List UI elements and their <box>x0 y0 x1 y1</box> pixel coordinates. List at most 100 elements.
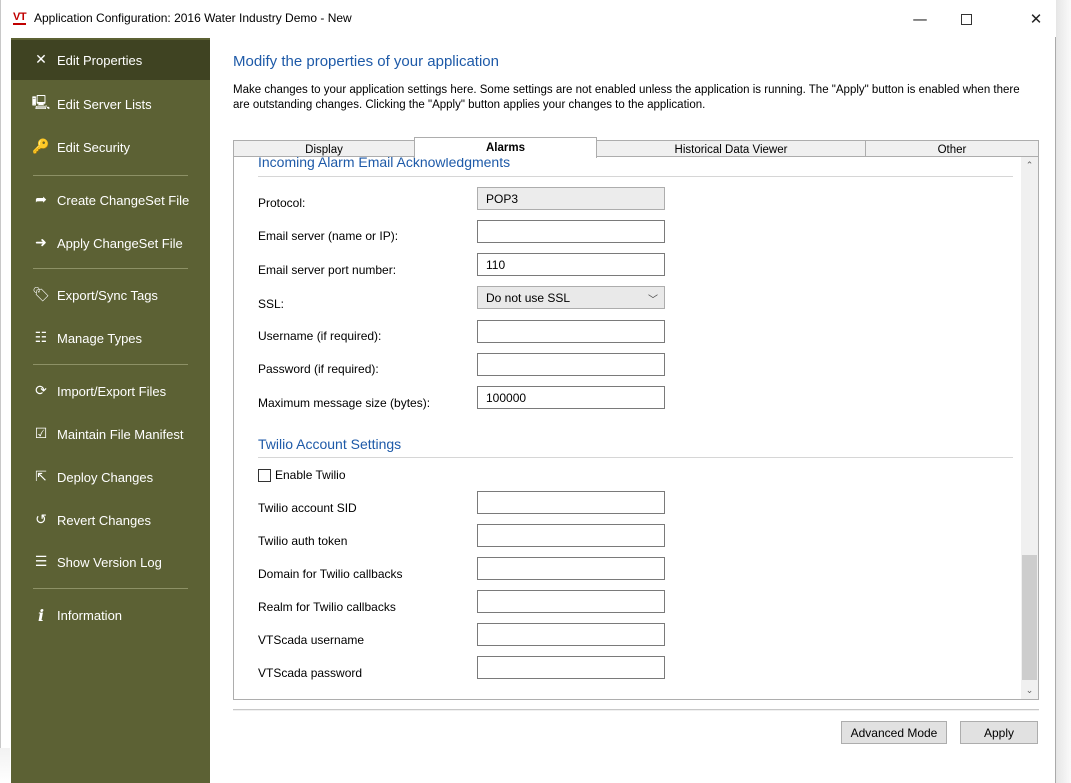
twilio-realm-label: Realm for Twilio callbacks <box>258 600 396 614</box>
username-input[interactable] <box>477 320 665 343</box>
maximize-button[interactable] <box>943 7 989 31</box>
email-server-label: Email server (name or IP): <box>258 229 399 243</box>
sidebar-item-label: Information <box>57 607 123 623</box>
enable-twilio-checkbox[interactable] <box>258 468 271 482</box>
apply-file-icon: ➜ <box>35 235 47 251</box>
sidebar-item-label: Maintain File Manifest <box>57 426 184 442</box>
sidebar: ✕ Edit Properties 🖳 Edit Server Lists 🔑 … <box>11 38 210 783</box>
sidebar-item-show-version-log[interactable]: ☰ Show Version Log <box>11 542 210 582</box>
ssl-label: SSL: <box>258 297 285 311</box>
sidebar-item-label: Revert Changes <box>57 512 151 528</box>
deploy-icon: ⇱ <box>35 469 47 485</box>
window-title: Application Configuration: 2016 Water In… <box>34 11 352 25</box>
sidebar-item-information[interactable]: i Information <box>11 595 210 635</box>
sidebar-item-export-sync-tags[interactable]: 🏷 Export/Sync Tags <box>11 275 210 315</box>
sidebar-item-label: Edit Properties <box>57 52 143 68</box>
page-description: Make changes to your application setting… <box>233 84 1020 111</box>
ssl-select-value: Do not use SSL <box>486 290 571 305</box>
sidebar-divider <box>33 175 188 176</box>
manage-types-icon: ☷ <box>34 330 48 346</box>
minimize-button[interactable]: — <box>897 7 943 31</box>
tab-alarms[interactable]: Alarms <box>414 137 597 158</box>
vtscada-username-input[interactable] <box>477 623 665 646</box>
server-list-icon: 🖳 <box>31 95 51 111</box>
title-bar[interactable]: VT Application Configuration: 2016 Water… <box>1 0 1057 37</box>
sidebar-item-import-export-files[interactable]: ⟳ Import/Export Files <box>11 371 210 411</box>
sidebar-item-manage-types[interactable]: ☷ Manage Types <box>11 318 210 358</box>
sidebar-item-edit-security[interactable]: 🔑 Edit Security <box>11 127 210 167</box>
sidebar-item-label: Manage Types <box>57 330 143 346</box>
tag-icon: 🏷 <box>32 287 50 303</box>
max-message-size-label: Maximum message size (bytes): <box>258 396 431 410</box>
vtscada-password-input[interactable] <box>477 656 665 679</box>
minimize-icon: — <box>912 10 928 28</box>
sidebar-item-revert-changes[interactable]: ↺ Revert Changes <box>11 500 210 540</box>
sidebar-item-maintain-file-manifest[interactable]: ☑ Maintain File Manifest <box>11 414 210 454</box>
twilio-sid-label: Twilio account SID <box>258 501 357 515</box>
sidebar-item-label: Edit Server Lists <box>57 96 152 112</box>
sidebar-divider <box>33 364 188 365</box>
email-port-input[interactable]: 110 <box>477 253 665 276</box>
enable-twilio-row[interactable]: Enable Twilio <box>258 468 346 482</box>
sidebar-divider <box>33 588 188 589</box>
password-input[interactable] <box>477 353 665 376</box>
window-shadow <box>1056 0 1071 783</box>
username-label: Username (if required): <box>258 329 382 343</box>
twilio-domain-input[interactable] <box>477 557 665 580</box>
protocol-label: Protocol: <box>258 196 306 210</box>
ssl-select[interactable]: Do not use SSL ﹀ <box>477 286 665 309</box>
twilio-section-title: Twilio Account Settings <box>258 436 402 452</box>
checkbox-icon: ☑ <box>34 426 48 442</box>
advanced-mode-button[interactable]: Advanced Mode <box>841 721 947 744</box>
revert-icon: ↺ <box>35 512 47 528</box>
create-file-icon: ➦ <box>35 192 47 208</box>
chevron-down-icon: ﹀ <box>648 295 658 306</box>
vertical-scrollbar[interactable]: ⌃ ⌄ <box>1021 157 1038 699</box>
close-icon: ✕ <box>1029 10 1043 28</box>
section-divider <box>258 176 1013 177</box>
footer-divider <box>233 709 1039 711</box>
scroll-up-icon[interactable]: ⌃ <box>1021 157 1038 174</box>
app-window: VT Application Configuration: 2016 Water… <box>0 0 1057 783</box>
scrollbar-thumb[interactable] <box>1022 555 1037 680</box>
sidebar-item-label: Apply ChangeSet File <box>57 235 183 251</box>
scroll-down-icon[interactable]: ⌄ <box>1021 682 1038 699</box>
email-ack-section-title: Incoming Alarm Email Acknowledgments <box>258 156 511 170</box>
sidebar-item-label: Create ChangeSet File <box>57 192 190 208</box>
protocol-field: POP3 <box>477 187 665 210</box>
twilio-domain-label: Domain for Twilio callbacks <box>258 567 403 581</box>
sidebar-item-apply-changeset[interactable]: ➜ Apply ChangeSet File <box>11 223 210 263</box>
maximize-icon <box>960 13 972 25</box>
max-message-size-input[interactable]: 100000 <box>477 386 665 409</box>
vtscada-password-label: VTScada password <box>258 666 363 680</box>
sidebar-item-edit-server-lists[interactable]: 🖳 Edit Server Lists <box>11 84 210 124</box>
page-title: Modify the properties of your applicatio… <box>233 53 499 70</box>
email-server-input[interactable] <box>477 220 665 243</box>
close-button[interactable]: ✕ <box>1013 7 1059 31</box>
vt-logo-icon: VT <box>13 11 27 25</box>
email-port-label: Email server port number: <box>258 263 397 277</box>
twilio-realm-input[interactable] <box>477 590 665 613</box>
list-icon: ☰ <box>34 554 48 570</box>
alarms-tab-panel[interactable]: Incoming Alarm Email Acknowledgments Pro… <box>233 156 1039 700</box>
sync-icon: ⟳ <box>35 383 47 399</box>
sidebar-item-label: Deploy Changes <box>57 469 154 485</box>
tab-strip: Display Alarms Historical Data Viewer Ot… <box>233 137 1039 158</box>
window-shadow <box>0 748 10 783</box>
key-icon: 🔑 <box>32 139 50 155</box>
sidebar-item-label: Show Version Log <box>57 554 162 570</box>
twilio-token-label: Twilio auth token <box>258 534 348 548</box>
section-divider <box>258 457 1013 458</box>
info-icon: i <box>37 605 45 625</box>
sidebar-item-deploy-changes[interactable]: ⇱ Deploy Changes <box>11 457 210 497</box>
enable-twilio-label: Enable Twilio <box>275 468 346 482</box>
sidebar-item-edit-properties[interactable]: ✕ Edit Properties <box>11 40 210 80</box>
sidebar-item-label: Edit Security <box>57 139 130 155</box>
password-label: Password (if required): <box>258 362 379 376</box>
twilio-token-input[interactable] <box>477 524 665 547</box>
apply-button[interactable]: Apply <box>960 721 1038 744</box>
sidebar-item-label: Import/Export Files <box>57 383 167 399</box>
sidebar-divider <box>33 268 188 269</box>
twilio-sid-input[interactable] <box>477 491 665 514</box>
sidebar-item-create-changeset[interactable]: ➦ Create ChangeSet File <box>11 180 210 220</box>
